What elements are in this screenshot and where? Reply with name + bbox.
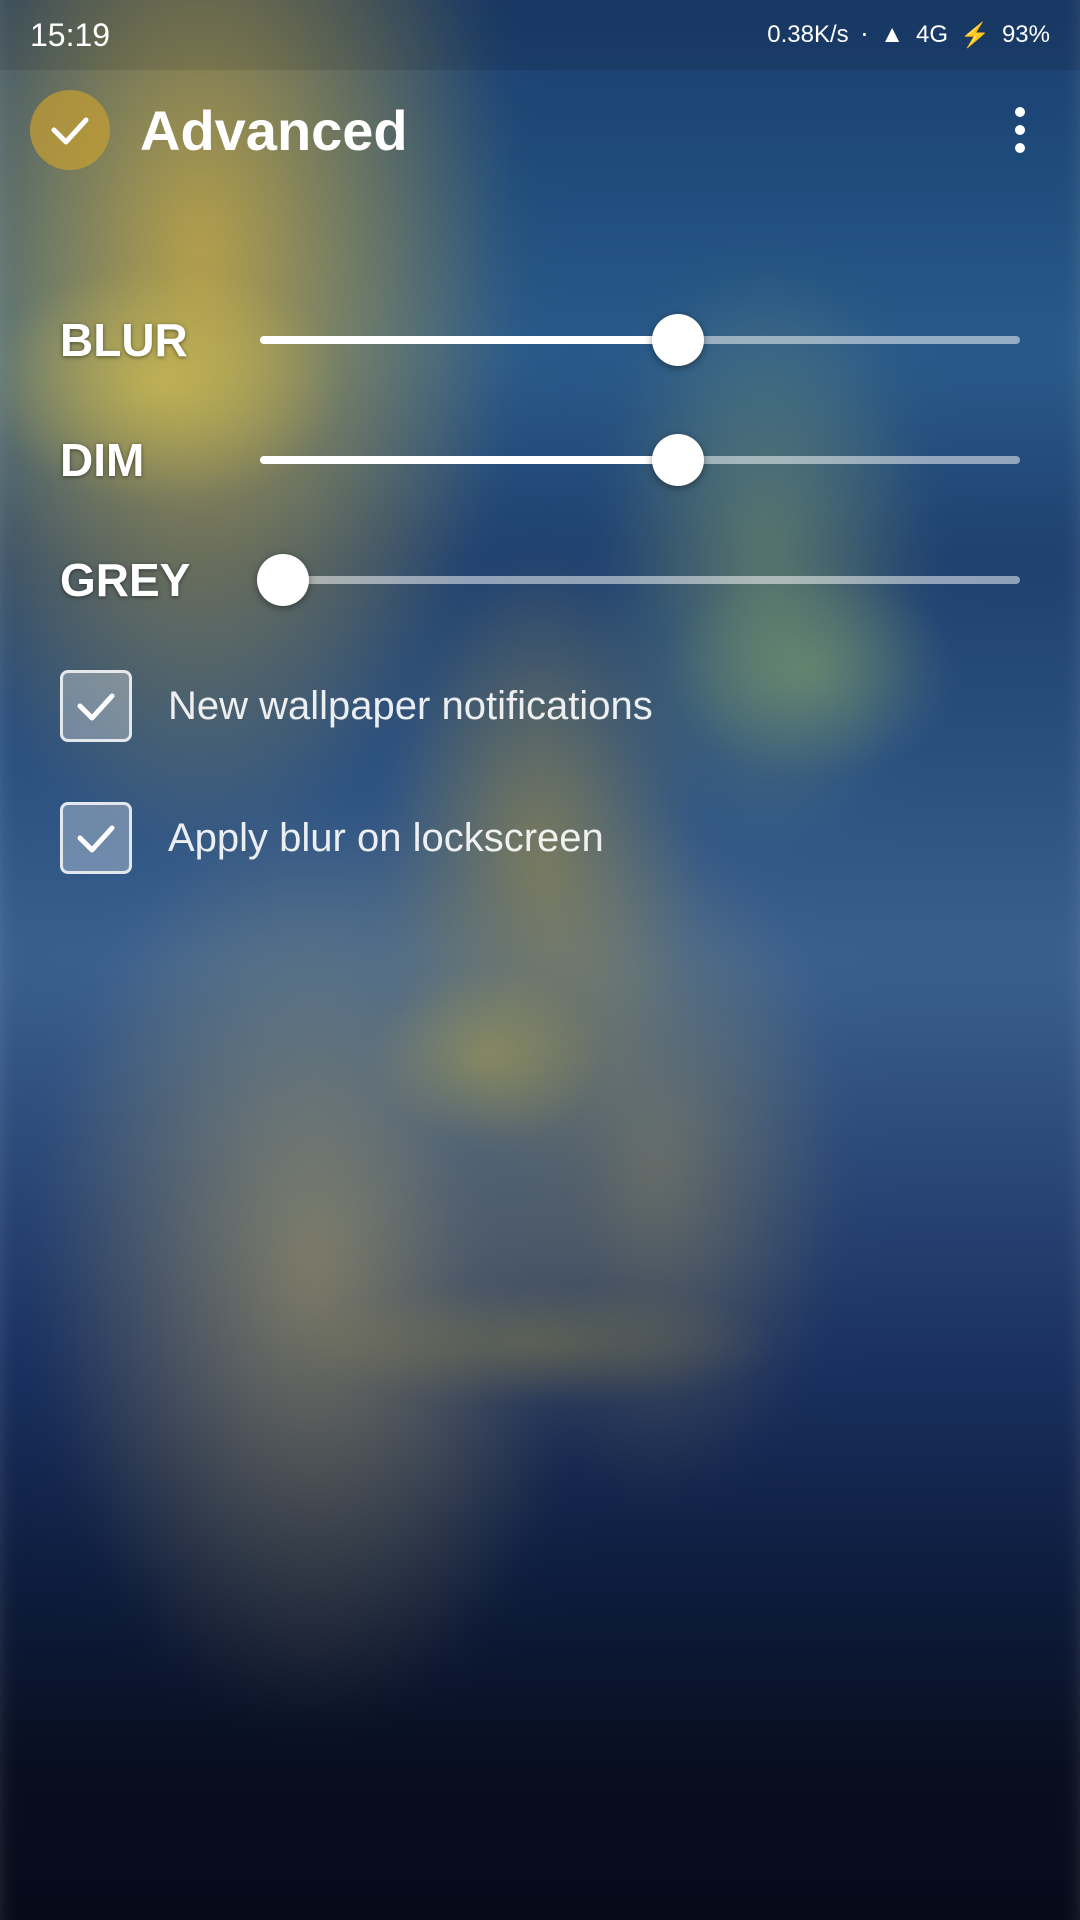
dim-slider[interactable] — [260, 430, 1020, 490]
dim-track — [260, 456, 1020, 464]
grey-slider-row: GREY — [60, 550, 1020, 610]
blur-track — [260, 336, 1020, 344]
settings-content: BLUR DIM GREY — [0, 190, 1080, 994]
grey-label: GREY — [60, 553, 260, 607]
blur-thumb[interactable] — [652, 314, 704, 366]
blur-slider[interactable] — [260, 310, 1020, 370]
checkbox-section: New wallpaper notifications Apply blur o… — [60, 670, 1020, 874]
check-icon-checkbox2 — [74, 816, 118, 860]
check-icon-checkbox1 — [74, 684, 118, 728]
dim-thumb[interactable] — [652, 434, 704, 486]
signal-icon: ▲ — [880, 21, 904, 49]
grey-track — [260, 576, 1020, 584]
status-time: 15:19 — [30, 17, 110, 54]
blur-slider-row: BLUR — [60, 310, 1020, 370]
grey-slider[interactable] — [260, 550, 1020, 610]
more-vertical-icon — [1015, 107, 1025, 153]
wallpaper-notifications-checkbox[interactable] — [60, 670, 132, 742]
blur-fill — [260, 336, 678, 344]
status-bar: 15:19 0.38K/s ⋅ ▲ 4G ⚡ 93% — [0, 0, 1080, 70]
dim-fill — [260, 456, 678, 464]
dim-label: DIM — [60, 433, 260, 487]
screen: 15:19 0.38K/s ⋅ ▲ 4G ⚡ 93% Advanced — [0, 0, 1080, 1920]
blur-lockscreen-label: Apply blur on lockscreen — [168, 816, 604, 861]
status-icons: 0.38K/s ⋅ ▲ 4G ⚡ 93% — [767, 21, 1050, 50]
app-bar: Advanced — [0, 70, 1080, 190]
dim-slider-row: DIM — [60, 430, 1020, 490]
network-type: 4G — [916, 21, 948, 49]
page-title: Advanced — [140, 98, 990, 163]
network-speed: 0.38K/s — [767, 21, 848, 49]
battery-level: 93% — [1002, 21, 1050, 49]
check-icon — [48, 108, 92, 152]
grey-thumb[interactable] — [257, 554, 309, 606]
wallpaper-notifications-row: New wallpaper notifications — [60, 670, 1020, 742]
blur-lockscreen-checkbox[interactable] — [60, 802, 132, 874]
bluetooth-icon: ⋅ — [861, 21, 869, 50]
battery-icon: ⚡ — [960, 21, 990, 50]
more-menu-button[interactable] — [990, 100, 1050, 160]
blur-lockscreen-row: Apply blur on lockscreen — [60, 802, 1020, 874]
wallpaper-notifications-label: New wallpaper notifications — [168, 684, 653, 729]
confirm-button[interactable] — [30, 90, 110, 170]
blur-label: BLUR — [60, 313, 260, 367]
